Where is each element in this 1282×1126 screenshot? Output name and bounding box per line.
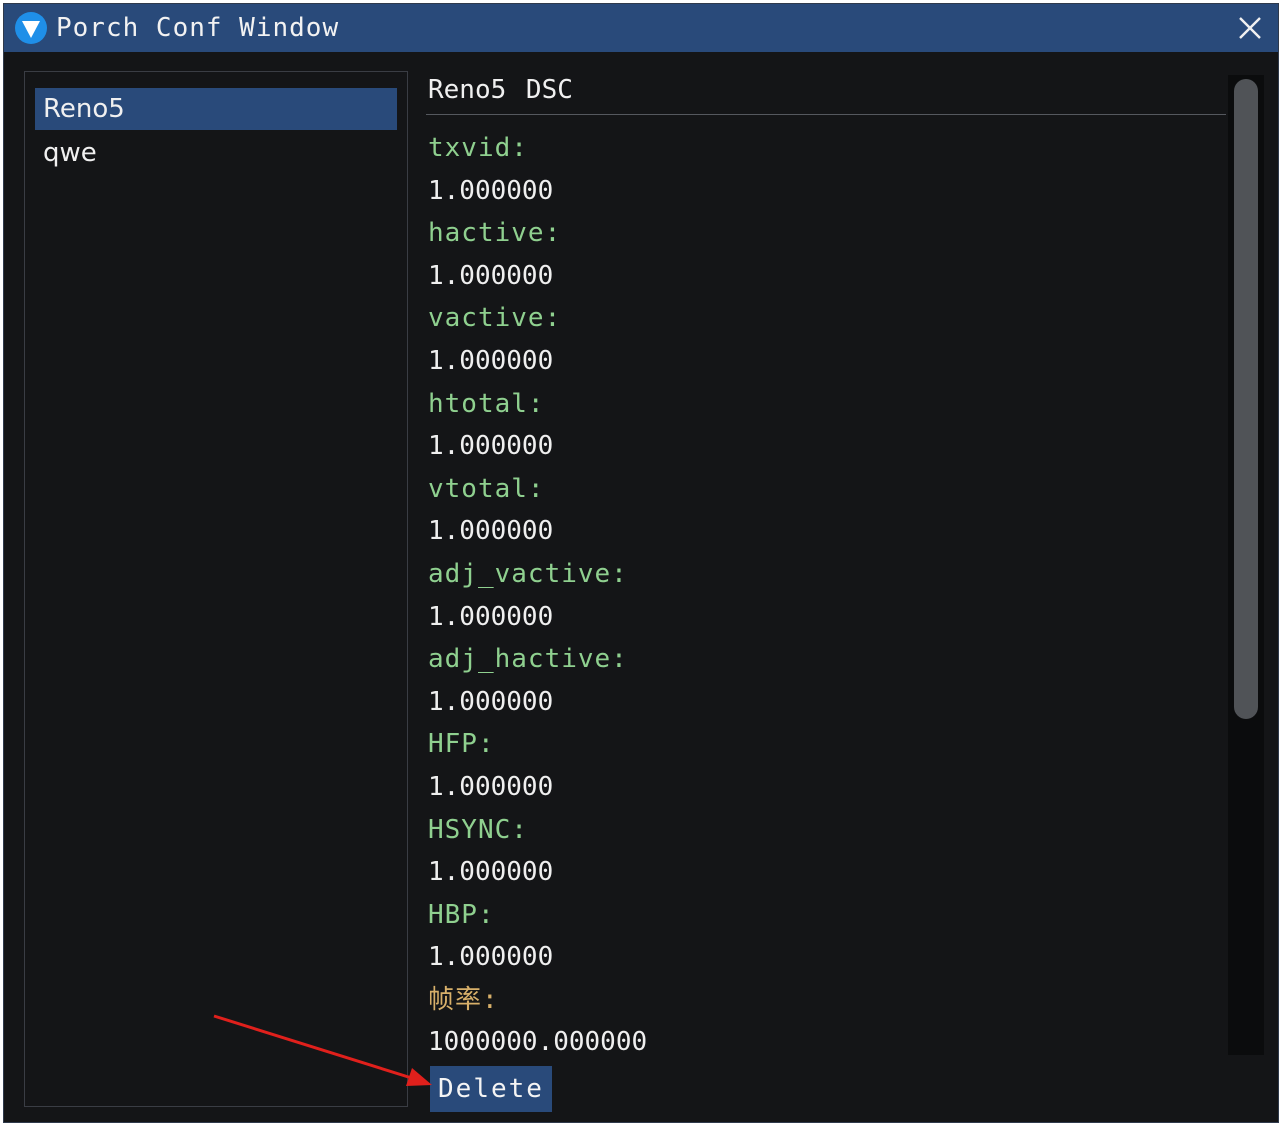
field-value-frame-rate: 1000000.000000 <box>428 1027 648 1058</box>
app-logo-icon <box>15 12 47 44</box>
detail-panel: Reno5 DSC txvid: 1.000000 hactive: 1.000… <box>422 71 1272 1121</box>
field-value-hfp: 1.000000 <box>428 771 554 802</box>
field-label-htotal: htotal: <box>428 388 545 419</box>
vertical-scrollbar[interactable] <box>1228 75 1264 1055</box>
delete-button[interactable]: Delete <box>430 1066 552 1112</box>
field-value-htotal: 1.000000 <box>428 431 554 462</box>
field-label-hsync: HSYNC: <box>428 814 528 845</box>
field-value-hbp: 1.000000 <box>428 942 554 973</box>
field-value-adj-vactive: 1.000000 <box>428 601 554 632</box>
scrollbar-thumb[interactable] <box>1234 79 1258 719</box>
field-label-vtotal: vtotal: <box>428 473 545 504</box>
field-label-hbp: HBP: <box>428 899 495 930</box>
porch-conf-window: Porch Conf Window Reno5 qwe Reno5 DSC tx… <box>3 3 1279 1123</box>
window-title: Porch Conf Window <box>56 13 340 43</box>
config-list-item-qwe[interactable]: qwe <box>35 132 397 174</box>
field-list: txvid: 1.000000 hactive: 1.000000 vactiv… <box>428 127 1218 1064</box>
detail-header: Reno5 DSC <box>428 75 573 105</box>
field-value-vtotal: 1.000000 <box>428 516 554 547</box>
field-label-adj-vactive: adj_vactive: <box>428 558 628 589</box>
field-label-hfp: HFP: <box>428 729 495 760</box>
field-value-vactive: 1.000000 <box>428 345 554 376</box>
field-label-frame-rate: 帧率: <box>428 984 499 1015</box>
field-value-adj-hactive: 1.000000 <box>428 686 554 717</box>
config-list-item-reno5[interactable]: Reno5 <box>35 88 397 130</box>
field-value-txvid: 1.000000 <box>428 175 554 206</box>
field-label-adj-hactive: adj_hactive: <box>428 644 628 675</box>
field-value-hsync: 1.000000 <box>428 857 554 888</box>
field-label-vactive: vactive: <box>428 303 562 334</box>
config-list[interactable]: Reno5 qwe <box>24 71 408 1107</box>
header-separator <box>426 114 1226 115</box>
field-label-hactive: hactive: <box>428 218 562 249</box>
field-label-txvid: txvid: <box>428 133 528 163</box>
title-bar[interactable]: Porch Conf Window <box>4 4 1278 52</box>
field-value-hactive: 1.000000 <box>428 260 554 291</box>
close-icon[interactable] <box>1234 12 1266 44</box>
